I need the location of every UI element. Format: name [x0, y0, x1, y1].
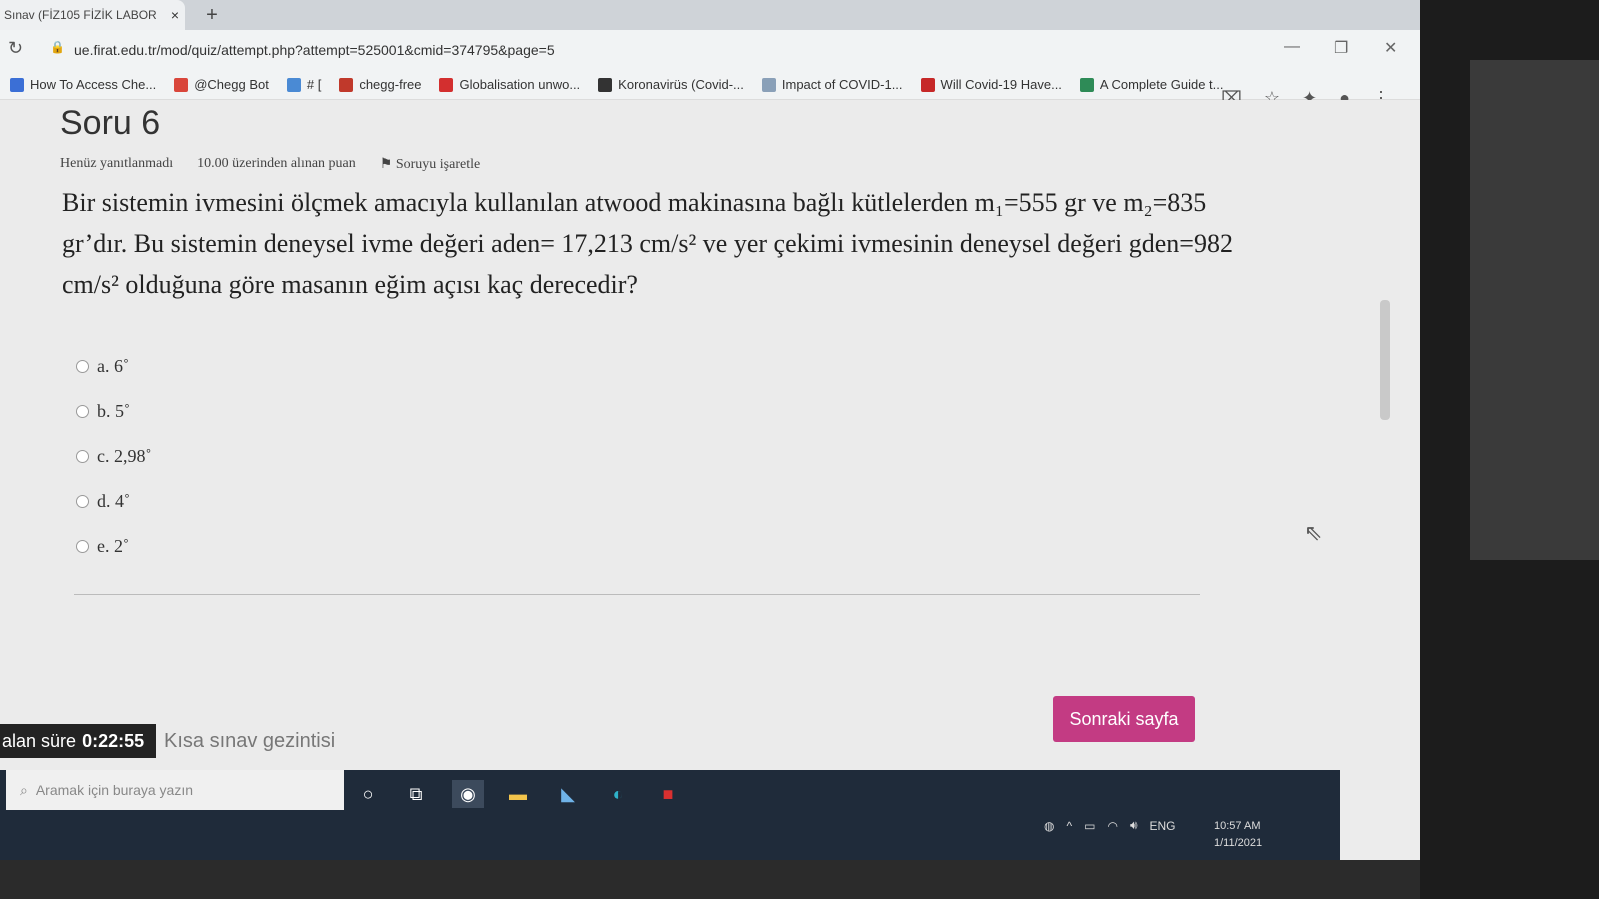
- taskbar-search[interactable]: ⌕ Aramak için buraya yazın: [6, 770, 344, 810]
- tab-strip: Sınav (FİZ105 FİZİK LABOR × +: [0, 0, 1420, 30]
- new-tab-button[interactable]: +: [200, 3, 224, 27]
- answer-label: a. 6˚: [97, 356, 129, 376]
- bookmark-item[interactable]: Will Covid-19 Have...: [920, 77, 1062, 92]
- bookmark-favicon-icon: [339, 77, 354, 92]
- bookmark-label: @Chegg Bot: [194, 77, 269, 92]
- language-indicator[interactable]: ENG: [1150, 819, 1176, 833]
- answer-radio[interactable]: [76, 450, 89, 463]
- bookmarks-bar: How To Access Che... @Chegg Bot # [ chegg-f…: [0, 70, 1420, 100]
- answer-option[interactable]: c. 2,98˚: [76, 434, 151, 479]
- search-icon: ⌕: [20, 781, 28, 798]
- red-app-icon[interactable]: ■: [652, 780, 684, 808]
- clock[interactable]: 10:57 AM 1/11/2021: [1214, 818, 1262, 852]
- clock-date: 1/11/2021: [1214, 837, 1263, 849]
- reload-icon[interactable]: ↻: [8, 38, 23, 59]
- answer-label: e. 2˚: [97, 536, 129, 556]
- answer-option[interactable]: e. 2˚: [76, 524, 151, 569]
- bookmark-label: A Complete Guide t...: [1099, 77, 1224, 92]
- minimize-icon[interactable]: —: [1284, 38, 1300, 56]
- volume-icon[interactable]: 🔊︎: [1130, 818, 1138, 833]
- taskbar: ⌕ Aramak için buraya yazın ○ ⧉ ◉ ▬ ◣ ◐ ■…: [0, 770, 1340, 860]
- bookmark-favicon-icon: [598, 77, 613, 92]
- search-placeholder: Aramak için buraya yazın: [35, 782, 194, 798]
- quiz-navigation-link[interactable]: Kısa sınav gezintisi: [164, 730, 335, 753]
- lock-icon[interactable]: 🔒: [50, 40, 65, 54]
- answer-label: c. 2,98˚: [97, 446, 152, 466]
- bookmark-label: Will Covid-19 Have...: [940, 77, 1062, 92]
- answer-label: b. 5˚: [97, 401, 130, 421]
- scrollbar[interactable]: [1380, 160, 1392, 420]
- question-title: Soru 6: [60, 104, 161, 142]
- battery-icon[interactable]: ▭: [1084, 819, 1095, 833]
- answer-option[interactable]: a. 6˚: [76, 344, 151, 389]
- close-tab-icon[interactable]: ×: [165, 7, 185, 23]
- quiz-page: Soru 6 Henüz yanıtlanmadı 10.00 üzerinde…: [0, 100, 1400, 790]
- quiz-timer: alan süre 0:22:55: [0, 724, 157, 758]
- bookmark-favicon-icon: [174, 77, 189, 92]
- timer-value: 0:22:55: [82, 730, 145, 751]
- bookmark-item[interactable]: Impact of COVID-1...: [761, 77, 903, 92]
- weather-icon[interactable]: ◍: [1044, 819, 1054, 833]
- bookmark-label: Impact of COVID-1...: [781, 77, 903, 92]
- bookmark-item[interactable]: A Complete Guide t...: [1079, 77, 1224, 92]
- answer-option[interactable]: b. 5˚: [76, 389, 151, 434]
- question-info: Henüz yanıtlanmadı 10.00 üzerinden alına…: [60, 156, 480, 173]
- bookmark-item[interactable]: @Chegg Bot: [174, 77, 269, 92]
- browser-window: Sınav (FİZ105 FİZİK LABOR × + ↻ 🔒 ue.fir…: [0, 0, 1420, 860]
- mouse-cursor-icon: ⇖: [1304, 520, 1323, 545]
- points-text: 10.00 üzerinden alınan puan: [197, 156, 356, 171]
- answer-label: d. 4˚: [97, 491, 130, 511]
- bookmark-item[interactable]: Globalisation unwo...: [439, 77, 580, 92]
- bookmark-item[interactable]: Koronavirüs (Covid-...: [598, 77, 744, 92]
- answer-radio[interactable]: [76, 495, 89, 508]
- bookmark-item[interactable]: How To Access Che...: [10, 77, 156, 92]
- bookmark-label: How To Access Che...: [30, 77, 157, 92]
- answer-radio[interactable]: [76, 405, 89, 418]
- answer-status: Henüz yanıtlanmadı: [60, 156, 174, 171]
- flag-label: Soruyu işaretle: [395, 157, 481, 172]
- address-toolbar: ↻ 🔒 ue.firat.edu.tr/mod/quiz/attempt.php…: [0, 30, 1420, 70]
- divider: [74, 594, 1200, 595]
- address-bar[interactable]: ue.firat.edu.tr/mod/quiz/attempt.php?att…: [74, 42, 555, 58]
- bookmark-label: # [: [306, 77, 322, 92]
- bookmark-favicon-icon: [286, 77, 301, 92]
- task-view-icon[interactable]: ⧉: [400, 780, 432, 808]
- chevron-up-icon[interactable]: ^: [1066, 819, 1072, 833]
- tab-title: Sınav (FİZ105 FİZİK LABOR: [4, 8, 157, 22]
- bookmark-favicon-icon: [1079, 77, 1094, 92]
- bookmark-label: Globalisation unwo...: [459, 77, 581, 92]
- edge-icon[interactable]: ◐: [602, 780, 634, 808]
- next-page-button[interactable]: Sonraki sayfa: [1053, 696, 1195, 742]
- timer-label: alan süre: [2, 730, 77, 751]
- clock-time: 10:57 AM: [1214, 820, 1261, 832]
- flag-icon: ⚑: [379, 157, 396, 172]
- app-icon[interactable]: ◣: [552, 780, 584, 808]
- bookmark-favicon-icon: [439, 77, 454, 92]
- flag-question-link[interactable]: ⚑ Soruyu işaretle: [380, 156, 480, 173]
- bookmark-item[interactable]: chegg-free: [339, 77, 421, 92]
- cortana-icon[interactable]: ○: [352, 780, 384, 808]
- answer-option[interactable]: d. 4˚: [76, 479, 151, 524]
- browser-tab[interactable]: Sınav (FİZ105 FİZİK LABOR ×: [0, 0, 185, 30]
- bookmark-favicon-icon: [761, 77, 776, 92]
- bookmark-item[interactable]: # [: [286, 77, 322, 92]
- bookmark-favicon-icon: [920, 77, 935, 92]
- background-window: [1470, 60, 1599, 560]
- scroll-thumb[interactable]: [1380, 300, 1390, 420]
- answer-radio[interactable]: [76, 540, 89, 553]
- question-text: Bir sistemin ivmesini ölçmek amacıyla ku…: [62, 188, 1233, 299]
- chrome-icon[interactable]: ◉: [452, 780, 484, 808]
- answer-list: a. 6˚ b. 5˚ c. 2,98˚ d. 4˚ e. 2˚: [76, 344, 151, 569]
- wifi-icon[interactable]: ◠: [1107, 819, 1117, 833]
- bookmark-favicon-icon: [10, 77, 24, 92]
- close-window-icon[interactable]: ✕: [1384, 38, 1397, 58]
- restore-icon[interactable]: ❐: [1334, 38, 1348, 58]
- answer-radio[interactable]: [76, 360, 89, 373]
- bookmark-label: Koronavirüs (Covid-...: [618, 77, 744, 92]
- bookmark-label: chegg-free: [359, 77, 422, 92]
- system-tray: ◍ ^ ▭ ◠ 🔊︎ ENG: [1044, 818, 1176, 833]
- file-explorer-icon[interactable]: ▬: [502, 780, 534, 808]
